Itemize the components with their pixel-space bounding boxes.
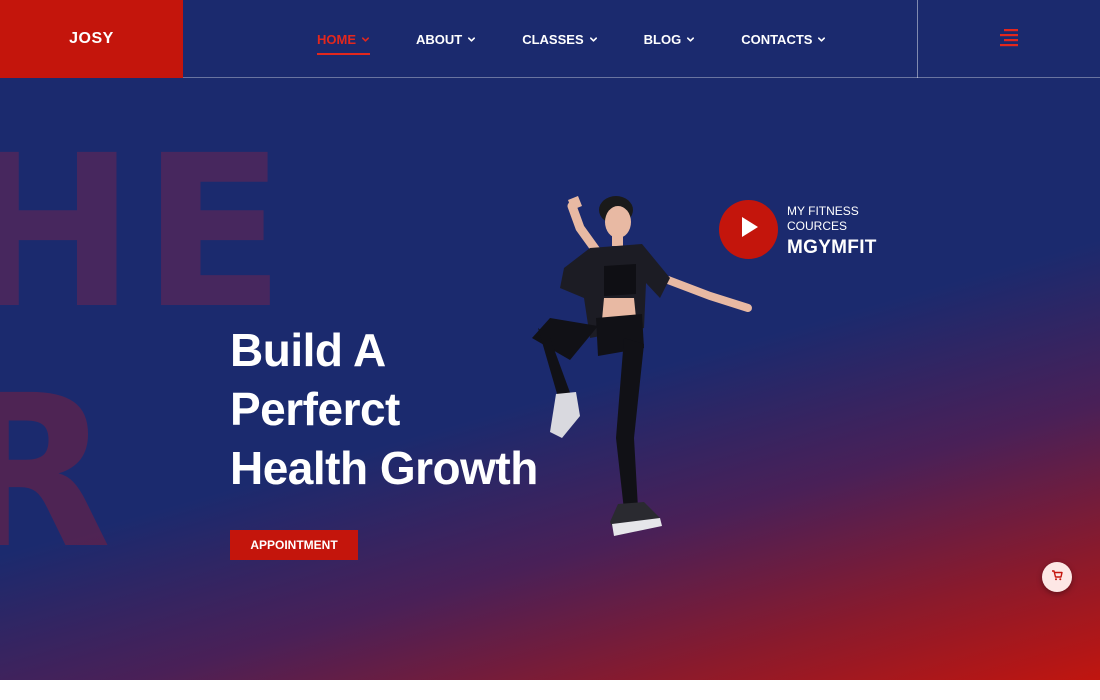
header-divider xyxy=(917,0,918,78)
logo-text[interactable]: JOSY xyxy=(69,30,114,48)
chevron-down-icon xyxy=(686,35,695,44)
page-bottom-strip xyxy=(0,680,1100,700)
promo-subtitle: MY FITNESS COURCES xyxy=(787,204,877,234)
headline-line: Perferct xyxy=(230,383,400,435)
headline-line: Health Growth xyxy=(230,442,538,494)
chevron-down-icon xyxy=(467,35,476,44)
nav-item-label[interactable]: BLOG xyxy=(644,32,682,47)
headline-line: Build A xyxy=(230,324,386,376)
nav-item-contacts[interactable]: CONTACTS xyxy=(741,32,826,47)
nav-item-classes[interactable]: CLASSES xyxy=(522,32,597,47)
nav-item-about[interactable]: ABOUT xyxy=(416,32,476,47)
hero-background-word: R xyxy=(0,350,112,595)
promo-line: MY FITNESS xyxy=(787,204,859,218)
nav-item-label[interactable]: HOME xyxy=(317,32,356,47)
nav-item-home[interactable]: HOME xyxy=(317,32,370,55)
nav-item-label[interactable]: CONTACTS xyxy=(741,32,812,47)
play-button[interactable] xyxy=(719,200,778,259)
page: JOSY HOME ABOUT CLASSES BLOG CONTACTS HE… xyxy=(0,0,1100,700)
appointment-button[interactable]: APPOINTMENT xyxy=(230,530,358,560)
nav-item-label[interactable]: ABOUT xyxy=(416,32,462,47)
promo-brand: MGYMFIT xyxy=(787,237,877,258)
promo-line: COURCES xyxy=(787,219,848,233)
cart-button[interactable] xyxy=(1042,562,1072,592)
nav-item-label[interactable]: CLASSES xyxy=(522,32,583,47)
chevron-down-icon xyxy=(589,35,598,44)
hero-background-word: HE xyxy=(0,110,292,355)
main-nav: HOME ABOUT CLASSES BLOG CONTACTS xyxy=(317,0,872,78)
chevron-down-icon xyxy=(817,35,826,44)
hero-section: HE R Build A Perferct Health Growth APPO… xyxy=(0,78,1100,680)
hamburger-icon[interactable] xyxy=(998,28,1020,48)
site-header: JOSY HOME ABOUT CLASSES BLOG CONTACTS xyxy=(0,0,1100,78)
nav-item-blog[interactable]: BLOG xyxy=(644,32,696,47)
chevron-down-icon xyxy=(361,35,370,44)
hero-headline: Build A Perferct Health Growth xyxy=(230,321,538,498)
play-icon xyxy=(738,215,760,244)
cart-icon xyxy=(1051,568,1063,586)
logo-block[interactable]: JOSY xyxy=(0,0,183,78)
